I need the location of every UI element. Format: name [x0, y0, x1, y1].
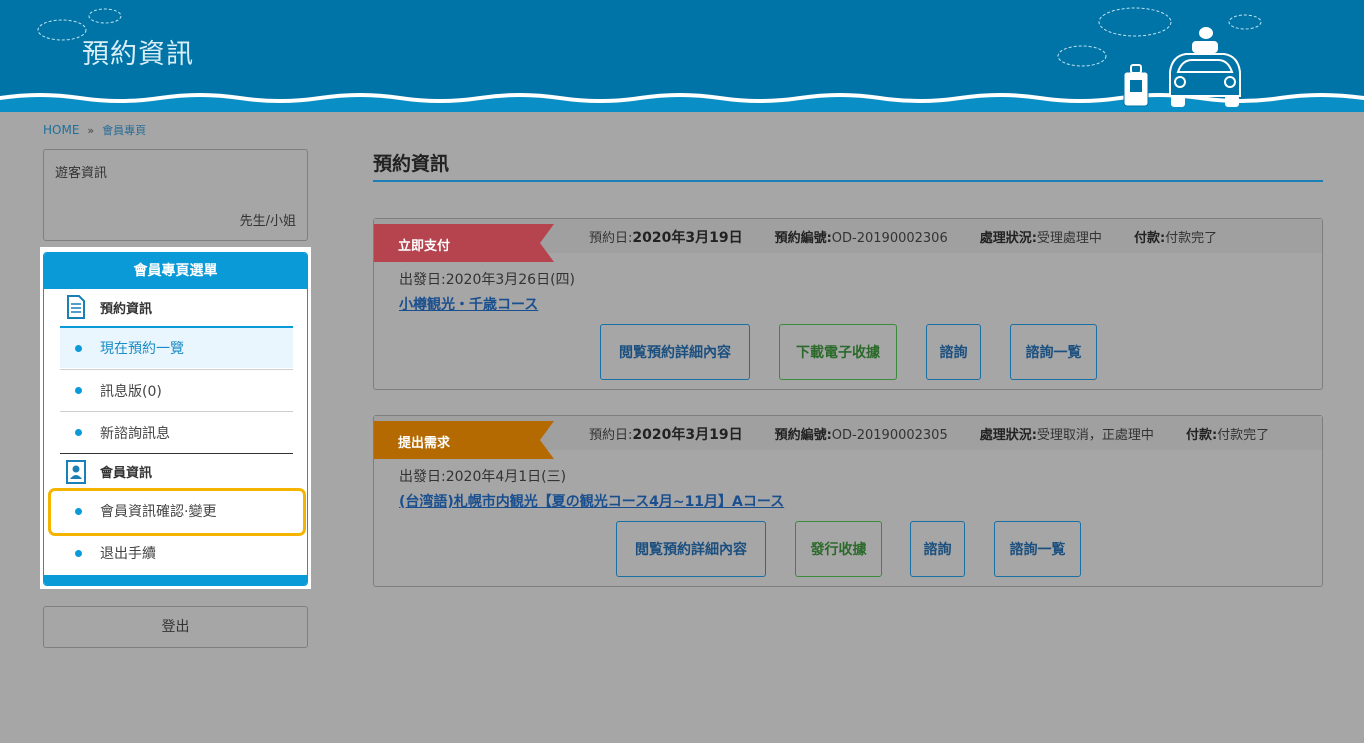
reservation-date-label: 預約日:: [589, 231, 633, 246]
process-status: 受理處理中: [1036, 231, 1102, 246]
highlight-frame: [48, 488, 306, 536]
menu-item-withdraw[interactable]: 退出手續: [60, 532, 293, 574]
menu-item-label: 退出手續: [100, 546, 156, 562]
logout-button[interactable]: 登出: [43, 606, 308, 648]
reservation-card: 立即支付 預約日:2020年3月19日 預約編號:OD-20190002306 …: [373, 218, 1323, 390]
departure-date: 出發日:2020年3月26日(四): [399, 272, 575, 288]
guest-info-label: 遊客資訊: [55, 166, 108, 181]
menu-section-label: 會員資訊: [100, 466, 153, 481]
status-tag: 立即支付: [398, 239, 451, 254]
title-underline: [373, 180, 1323, 182]
reservation-no-label: 預約編號:: [774, 428, 832, 443]
reservation-meta: 預約日:2020年3月19日 預約編號:OD-20190002306 處理狀況:…: [589, 227, 1249, 247]
inquiry-button[interactable]: 諮詢: [910, 521, 965, 577]
member-menu-panel: 會員專頁選單 預約資訊 現在預約一覽 訊息版(0) 新諮詢訊息 會員資訊 會員資…: [40, 247, 311, 589]
reservation-card: 提出需求 預約日:2020年3月19日 預約編號:OD-20190002305 …: [373, 415, 1323, 587]
breadcrumb-current: 會員專頁: [102, 124, 147, 137]
status-ribbon: 提出需求: [374, 421, 554, 459]
issue-receipt-button[interactable]: 發行收據: [795, 521, 882, 577]
breadcrumb-home-link[interactable]: HOME: [43, 123, 79, 137]
member-card-icon: [66, 459, 86, 484]
menu-item-message-board[interactable]: 訊息版(0): [60, 369, 293, 411]
reservation-date: 2020年3月19日: [632, 427, 743, 443]
suitcase-icon: [1123, 64, 1149, 107]
inquiry-list-button[interactable]: 諮詢一覧: [1010, 324, 1097, 380]
menu-item-label: 現在預約一覽: [100, 341, 184, 357]
member-menu-title: 會員專頁選單: [44, 253, 307, 289]
breadcrumb-separator: »: [87, 123, 95, 137]
reservation-no: OD-20190002305: [831, 428, 948, 443]
breadcrumb: HOME » 會員專頁: [43, 122, 146, 138]
menu-item-label: 訊息版(0): [100, 383, 162, 400]
inquiry-list-button[interactable]: 諮詢一覧: [994, 521, 1081, 577]
bullet-icon: [75, 344, 82, 352]
tour-name-link[interactable]: 小樽観光・千歳コース: [399, 294, 538, 314]
bullet-icon: [75, 429, 82, 436]
page-header: 預約資訊: [0, 0, 1364, 112]
status-ribbon: 立即支付: [374, 224, 554, 262]
payment-label: 付款:: [1133, 231, 1166, 246]
menu-item-new-inquiry[interactable]: 新諮詢訊息: [60, 411, 293, 453]
process-status: 受理取消，正處理中: [1036, 428, 1154, 443]
taxi-icon: [1169, 27, 1241, 107]
reservation-no-label: 預約編號:: [774, 231, 832, 246]
reservation-date: 2020年3月19日: [632, 230, 743, 246]
menu-item-label: 新諮詢訊息: [100, 425, 170, 442]
document-icon: [67, 295, 85, 319]
departure-date: 出發日:2020年4月1日(三): [399, 469, 567, 485]
view-details-button[interactable]: 閲覧預約詳細內容: [616, 521, 766, 577]
reservation-date-label: 預約日:: [589, 428, 633, 443]
menu-section-member: 會員資訊: [60, 453, 293, 489]
download-receipt-button[interactable]: 下載電子收據: [779, 324, 897, 380]
member-menu-footer: [44, 575, 307, 585]
status-tag: 提出需求: [398, 436, 451, 451]
menu-section-reservation: 預約資訊: [60, 289, 293, 325]
process-status-label: 處理狀況:: [979, 428, 1037, 443]
view-details-button[interactable]: 閲覧預約詳細內容: [600, 324, 750, 380]
reservation-meta: 預約日:2020年3月19日 預約編號:OD-20190002305 處理狀況:…: [589, 424, 1301, 444]
bullet-icon: [75, 387, 82, 394]
tour-name-link[interactable]: (台湾語)札幌市内観光【夏の観光コース4月~11月】Aコース: [399, 491, 784, 511]
payment-label: 付款:: [1185, 428, 1218, 443]
guest-info-box: 遊客資訊 先生/小姐: [43, 149, 308, 241]
reservation-no: OD-20190002306: [831, 231, 948, 246]
header-decoration: [0, 7, 1364, 112]
bullet-icon: [75, 549, 82, 557]
inquiry-button[interactable]: 諮詢: [926, 324, 981, 380]
header-title: 預約資訊: [82, 39, 194, 70]
process-status-label: 處理狀況:: [979, 231, 1037, 246]
guest-salutation: 先生/小姐: [239, 214, 296, 229]
payment-status: 付款完了: [1217, 428, 1270, 443]
page-title: 預約資訊: [373, 153, 450, 175]
menu-section-label: 預約資訊: [100, 301, 153, 317]
payment-status: 付款完了: [1165, 231, 1218, 246]
menu-item-current-reservations[interactable]: 現在預約一覽: [60, 326, 293, 368]
